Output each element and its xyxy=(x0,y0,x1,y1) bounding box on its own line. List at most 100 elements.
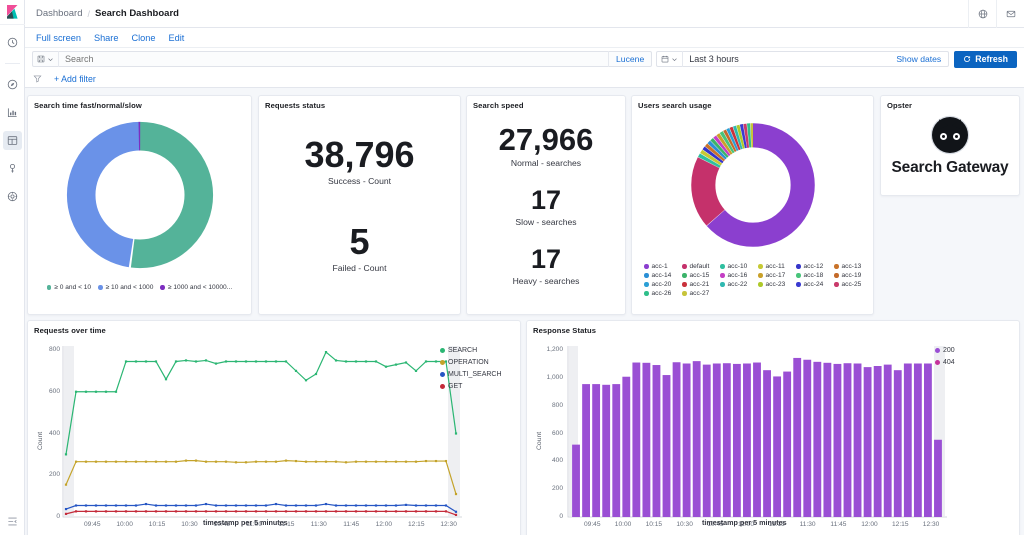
legend-label: acc-12 xyxy=(803,263,824,270)
panel-title-search-speed: Search speed xyxy=(473,101,524,110)
metric-success-count[interactable]: 38,796 Success - Count xyxy=(259,137,460,187)
legend-item[interactable]: acc-25 xyxy=(834,281,866,288)
legend-item[interactable]: acc-27 xyxy=(682,290,714,297)
top-header-bar: Dashboard / Search Dashboard xyxy=(25,0,1024,28)
x-tick: 10:30 xyxy=(181,521,198,528)
search-input[interactable] xyxy=(59,51,609,67)
legend-swatch xyxy=(758,282,763,287)
metric-label: Normal - searches xyxy=(510,157,582,168)
legend-item[interactable]: acc-14 xyxy=(644,272,676,279)
legend-item[interactable]: OPERATION xyxy=(440,359,502,366)
saved-query-icon[interactable] xyxy=(33,51,59,67)
kibana-logo[interactable] xyxy=(0,0,25,25)
legend-item[interactable]: 404 xyxy=(935,359,955,366)
legend-item[interactable]: acc-21 xyxy=(682,281,714,288)
dev-tools-icon[interactable] xyxy=(3,159,22,178)
legend-item[interactable]: acc-23 xyxy=(758,281,790,288)
legend-item[interactable]: acc-16 xyxy=(720,272,752,279)
bar xyxy=(843,363,852,517)
visualize-icon[interactable] xyxy=(3,103,22,122)
legend-label: acc-16 xyxy=(727,272,748,279)
discover-icon[interactable] xyxy=(3,75,22,94)
metric-heavy-searches[interactable]: 17 Heavy - searches xyxy=(467,246,625,287)
response-status-chart[interactable]: Count 0 200 400 600 800 1,000 1,200 09:45 10:00… xyxy=(527,335,1019,535)
search-time-donut-chart[interactable] xyxy=(28,110,251,280)
x-tick: 10:15 xyxy=(148,521,166,528)
legend-label: acc-10 xyxy=(727,263,748,270)
recently-viewed-icon[interactable] xyxy=(3,33,22,52)
x-tick: 09:45 xyxy=(84,521,101,528)
query-language-button[interactable]: Lucene xyxy=(608,51,651,67)
refresh-icon xyxy=(963,55,971,63)
mail-icon[interactable] xyxy=(996,0,1024,28)
bar xyxy=(934,439,942,517)
edit-link[interactable]: Edit xyxy=(168,33,184,43)
legend-item[interactable]: acc-18 xyxy=(796,272,828,279)
bar xyxy=(642,362,651,517)
legend-item[interactable]: acc-24 xyxy=(796,281,828,288)
bar xyxy=(853,363,862,517)
calendar-icon[interactable] xyxy=(657,51,684,67)
legend-item[interactable]: ≥ 0 and < 10 xyxy=(46,284,91,291)
metric-failed-count[interactable]: 5 Failed - Count xyxy=(259,224,460,274)
management-gear-icon[interactable] xyxy=(3,187,22,206)
metric-normal-searches[interactable]: 27,966 Normal - searches xyxy=(467,124,625,168)
panel-title-users-usage: Users search usage xyxy=(638,101,712,110)
legend-item[interactable]: MULTI_SEARCH xyxy=(440,371,502,378)
users-usage-legend: acc-1 default acc-10 acc-11 acc-12 acc-13 acc-… xyxy=(632,263,873,297)
legend-item[interactable]: acc-22 xyxy=(720,281,752,288)
legend-item[interactable]: ≥ 1000 and < 10000... xyxy=(160,284,232,291)
time-range-value[interactable]: Last 3 hours xyxy=(683,54,889,64)
collapse-nav-button[interactable] xyxy=(0,516,25,527)
clone-link[interactable]: Clone xyxy=(131,33,155,43)
legend-item[interactable]: acc-12 xyxy=(796,263,828,270)
breadcrumb-item-current[interactable]: Search Dashboard xyxy=(95,8,179,19)
refresh-button[interactable]: Refresh xyxy=(954,50,1017,68)
bar xyxy=(793,357,802,517)
bar xyxy=(622,376,631,517)
legend-label: acc-26 xyxy=(651,290,672,297)
legend-item[interactable]: ≥ 10 and < 1000 xyxy=(98,284,153,291)
legend-item[interactable]: acc-17 xyxy=(758,272,790,279)
filter-icon[interactable] xyxy=(33,74,42,83)
legend-label: acc-15 xyxy=(689,272,710,279)
requests-over-time-chart[interactable]: Count 0 200 400 600 800 09:45 10:00 10:15 10:30… xyxy=(28,335,520,535)
metric-slow-searches[interactable]: 17 Slow - searches xyxy=(467,186,625,227)
users-usage-donut-chart[interactable] xyxy=(632,110,873,260)
breadcrumb-item-dashboard[interactable]: Dashboard xyxy=(36,8,82,19)
legend-item[interactable]: GET xyxy=(440,383,502,390)
bar xyxy=(672,362,681,517)
metric-label: Success - Count xyxy=(327,176,392,186)
legend-swatch xyxy=(935,360,940,365)
add-filter-button[interactable]: + Add filter xyxy=(54,74,96,84)
legend-swatch xyxy=(644,282,649,287)
legend-item[interactable]: acc-1 xyxy=(644,263,676,270)
share-link[interactable]: Share xyxy=(94,33,119,43)
legend-item[interactable]: acc-10 xyxy=(720,263,752,270)
legend-item[interactable]: SEARCH xyxy=(440,347,502,354)
x-tick: 10:15 xyxy=(645,521,663,528)
globe-icon[interactable] xyxy=(968,0,996,28)
legend-item[interactable]: acc-11 xyxy=(758,263,790,270)
header-actions xyxy=(968,0,1024,28)
dashboard-icon[interactable] xyxy=(2,131,22,150)
x-tick: 12:15 xyxy=(408,521,425,528)
legend-item[interactable]: acc-20 xyxy=(644,281,676,288)
full-screen-link[interactable]: Full screen xyxy=(36,33,81,43)
y-tick: 800 xyxy=(48,346,60,353)
rail-divider xyxy=(4,63,20,64)
legend-item[interactable]: acc-13 xyxy=(834,263,866,270)
legend-item[interactable]: 200 xyxy=(935,347,955,354)
show-dates-button[interactable]: Show dates xyxy=(889,54,948,64)
line-chart-svg xyxy=(62,346,462,518)
owl-eye-right xyxy=(953,133,960,140)
x-tick: 11:30 xyxy=(310,521,327,528)
legend-item[interactable]: acc-19 xyxy=(834,272,866,279)
legend-item[interactable]: acc-15 xyxy=(682,272,714,279)
rail-icon-list xyxy=(0,33,24,206)
legend-label: MULTI_SEARCH xyxy=(448,371,502,378)
legend-item[interactable]: default xyxy=(682,263,714,270)
panel-title-opster: Opster xyxy=(887,101,913,110)
legend-item[interactable]: acc-26 xyxy=(644,290,676,297)
owl-eye-left xyxy=(940,133,947,140)
